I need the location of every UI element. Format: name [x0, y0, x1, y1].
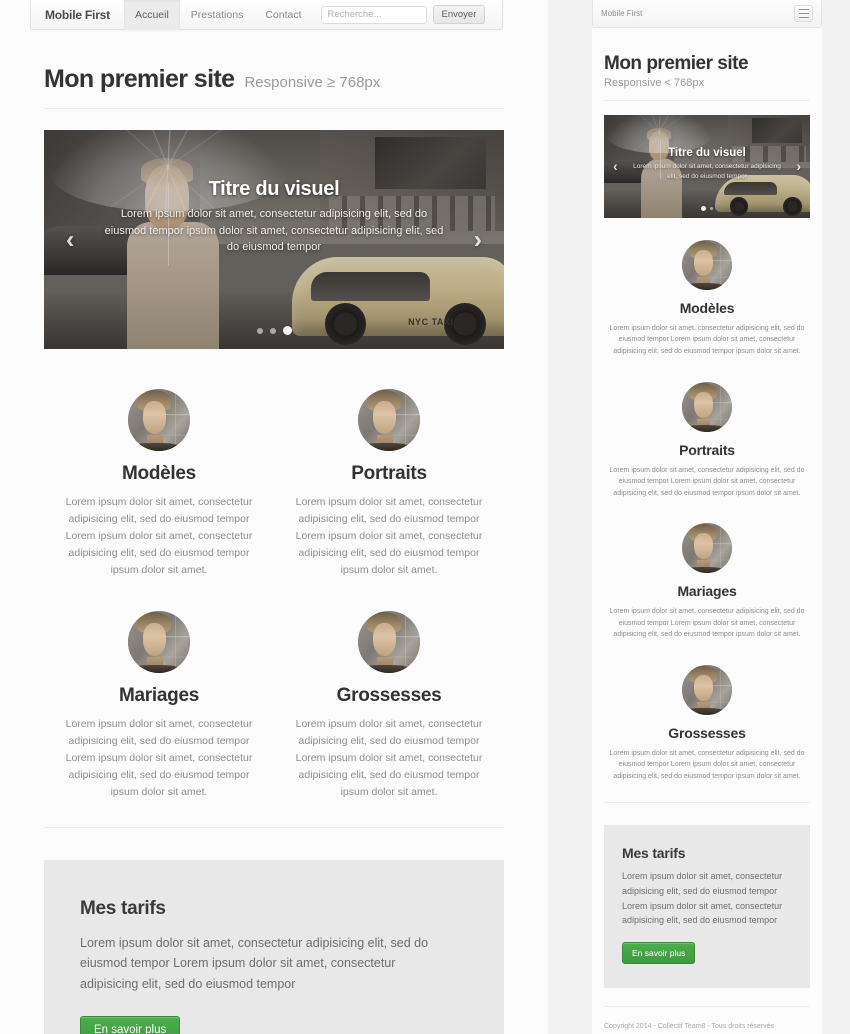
- carousel-dot[interactable]: [256, 327, 263, 334]
- avatar-portraits: [358, 389, 420, 451]
- mobile-tarifs-panel: Mes tarifs Lorem ipsum dolor sit amet, c…: [604, 825, 810, 988]
- mobile-feature-card-grossesses: Grossesses Lorem ipsum dolor sit amet, c…: [604, 664, 810, 783]
- mobile-feature-title: Portraits: [679, 441, 735, 458]
- mobile-footer-copyright: Copyright 2014 - Collectif Team8 - Tous …: [604, 1005, 810, 1030]
- mobile-carousel-indicators: [604, 205, 810, 211]
- feature-text: Lorem ipsum dolor sit amet, consectetur …: [65, 718, 253, 798]
- avatar-modeles: [128, 389, 190, 451]
- tarifs-text: Lorem ipsum dolor sit amet, consectetur …: [80, 936, 429, 991]
- feature-title: Mariages: [119, 685, 199, 706]
- feature-card-portraits: Portraits Lorem ipsum dolor sit amet, co…: [274, 389, 504, 579]
- mobile-avatar-modeles: [682, 239, 732, 290]
- mobile-feature-title: Grossesses: [668, 724, 746, 741]
- nav-item-prestations[interactable]: Prestations: [180, 0, 255, 30]
- mobile-feature-title: Mariages: [677, 583, 737, 600]
- mobile-features-list: Modèles Lorem ipsum dolor sit amet, cons…: [604, 239, 810, 804]
- mobile-carousel[interactable]: Titre du visuel Lorem ipsum dolor sit am…: [604, 114, 810, 218]
- mobile-feature-title: Modèles: [679, 299, 735, 316]
- desktop-page-header: Mon premier site Responsive ≥ 768px: [44, 30, 504, 109]
- carousel-dot-active[interactable]: [282, 326, 292, 335]
- site-brand[interactable]: Mobile First: [31, 8, 124, 22]
- search-input[interactable]: [320, 5, 427, 24]
- mobile-carousel-dot-active[interactable]: [700, 205, 706, 211]
- carousel-dot[interactable]: [269, 327, 276, 334]
- carousel-description: Lorem ipsum dolor sit amet, consectetur …: [104, 208, 444, 253]
- feature-title: Grossesses: [336, 685, 442, 706]
- mobile-page-header: Mon premier site Responsive < 768px: [604, 28, 810, 101]
- mobile-page-subtitle: Responsive < 768px: [604, 76, 704, 89]
- mobile-viewport-panel: Mobile First Mon premier site Responsive…: [592, 0, 822, 1034]
- desktop-navbar: Mobile First Accueil Prestations Contact…: [30, 0, 503, 30]
- carousel-caption: Titre du visuel Lorem ipsum dolor sit am…: [44, 178, 504, 256]
- mobile-carousel-dot[interactable]: [709, 206, 714, 211]
- mobile-content: Mon premier site Responsive < 768px Titr…: [592, 28, 822, 988]
- page-title: Mon premier site: [44, 65, 235, 93]
- tarifs-title: Mes tarifs: [80, 898, 166, 919]
- feature-card-grossesses: Grossesses Lorem ipsum dolor sit amet, c…: [274, 611, 504, 801]
- responsive-comparison-stage: Mobile First Accueil Prestations Contact…: [0, 0, 850, 1034]
- mobile-viewport-column: Mobile First Mon premier site Responsive…: [548, 0, 850, 1034]
- feature-title: Portraits: [351, 463, 427, 484]
- feature-card-mariages: Mariages Lorem ipsum dolor sit amet, con…: [44, 611, 274, 801]
- avatar-grossesses: [358, 611, 420, 673]
- feature-text: Lorem ipsum dolor sit amet, consectetur …: [295, 496, 483, 576]
- hamburger-icon[interactable]: [794, 5, 813, 22]
- carousel-prev-icon[interactable]: ‹: [66, 227, 74, 252]
- feature-text: Lorem ipsum dolor sit amet, consectetur …: [295, 718, 483, 798]
- mobile-feature-text: Lorem ipsum dolor sit amet, consectetur …: [609, 324, 805, 355]
- tarifs-panel: Mes tarifs Lorem ipsum dolor sit amet, c…: [44, 860, 504, 1034]
- mobile-avatar-portraits: [682, 381, 732, 432]
- desktop-features-grid: Modèles Lorem ipsum dolor sit amet, cons…: [44, 389, 504, 828]
- carousel-indicators: [44, 326, 504, 335]
- mobile-feature-text: Lorem ipsum dolor sit amet, consectetur …: [609, 749, 805, 780]
- mobile-page-title: Mon premier site: [604, 53, 749, 74]
- mobile-feature-card-mariages: Mariages Lorem ipsum dolor sit amet, con…: [604, 523, 810, 641]
- carousel-title: Titre du visuel: [208, 178, 340, 200]
- mobile-carousel-prev-icon[interactable]: ‹: [613, 159, 618, 173]
- mobile-feature-text: Lorem ipsum dolor sit amet, consectetur …: [609, 466, 805, 497]
- mobile-site-brand[interactable]: Mobile First: [601, 9, 642, 18]
- mobile-avatar-mariages: [682, 523, 732, 574]
- mobile-feature-card-portraits: Portraits Lorem ipsum dolor sit amet, co…: [604, 381, 810, 500]
- nav-item-accueil[interactable]: Accueil: [123, 0, 180, 30]
- feature-title: Modèles: [122, 463, 196, 484]
- search-submit-button[interactable]: Envoyer: [432, 5, 486, 24]
- feature-text: Lorem ipsum dolor sit amet, consectetur …: [65, 496, 253, 576]
- feature-card-modeles: Modèles Lorem ipsum dolor sit amet, cons…: [44, 389, 274, 579]
- mobile-carousel-next-icon[interactable]: ›: [796, 159, 801, 173]
- en-savoir-plus-button[interactable]: En savoir plus: [80, 1016, 181, 1034]
- mobile-tarifs-title: Mes tarifs: [622, 845, 686, 862]
- desktop-nav-links: Accueil Prestations Contact: [123, 0, 313, 30]
- mobile-en-savoir-plus-button[interactable]: En savoir plus: [622, 941, 696, 964]
- mobile-carousel-description: Lorem ipsum dolor sit amet, consectetur …: [633, 162, 781, 180]
- nav-item-contact[interactable]: Contact: [254, 0, 312, 30]
- mobile-navbar: Mobile First: [592, 0, 822, 28]
- avatar-mariages: [128, 611, 190, 673]
- mobile-carousel-caption: Titre du visuel Lorem ipsum dolor sit am…: [604, 147, 810, 182]
- desktop-search-form: Envoyer: [320, 5, 486, 24]
- mobile-feature-card-modeles: Modèles Lorem ipsum dolor sit amet, cons…: [604, 239, 810, 358]
- desktop-carousel[interactable]: NYC TAXI Titre du visuel Lorem ipsum dol…: [44, 130, 504, 349]
- mobile-avatar-grossesses: [682, 664, 732, 715]
- mobile-carousel-title: Titre du visuel: [668, 146, 746, 159]
- page-subtitle: Responsive ≥ 768px: [244, 74, 381, 91]
- desktop-content: Mon premier site Responsive ≥ 768px NYC …: [0, 30, 548, 1034]
- mobile-feature-text: Lorem ipsum dolor sit amet, consectetur …: [609, 608, 805, 639]
- carousel-next-icon[interactable]: ›: [474, 227, 482, 252]
- desktop-viewport-panel: Mobile First Accueil Prestations Contact…: [0, 0, 548, 1034]
- mobile-tarifs-text: Lorem ipsum dolor sit amet, consectetur …: [622, 871, 783, 926]
